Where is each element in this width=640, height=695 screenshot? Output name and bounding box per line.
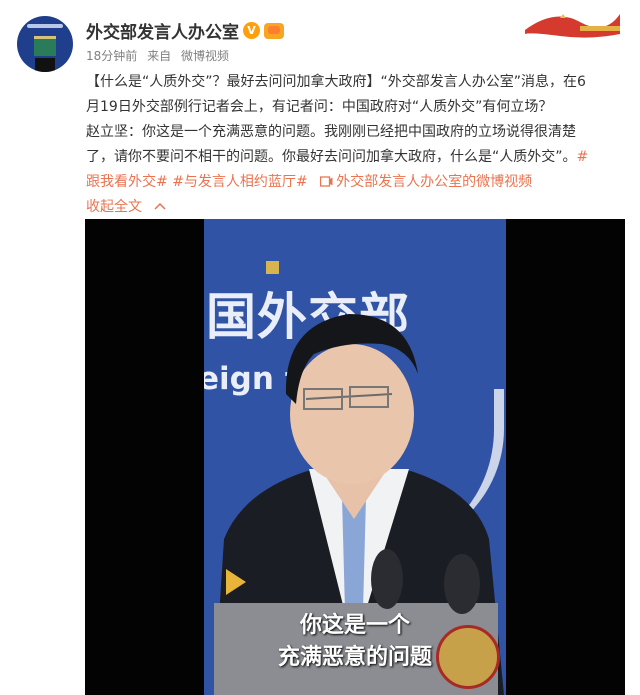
avatar-building-icon bbox=[34, 36, 56, 56]
post-line-2: 月19日外交部例行记者会上，有记者问：中国政府对“人质外交”有何立场？ bbox=[86, 99, 553, 115]
post-text: 【什么是“人质外交”？最好去问问加拿大政府】“外交部发言人办公室”消息，在6 月… bbox=[86, 70, 621, 220]
post-line-6: 收起全文 bbox=[86, 195, 621, 220]
channel-logo-icon bbox=[226, 569, 246, 595]
video-link-icon bbox=[319, 176, 333, 187]
post-line-5: 跟我看外交# #与发言人相约蓝厅# 外交部发言人办公室的微博视频 bbox=[86, 170, 621, 195]
post-text-segment: “外交部发言人办公室”消息，在6 bbox=[380, 74, 586, 90]
post-line-1: 【什么是“人质外交”？最好去问问加拿大政府】“外交部发言人办公室”消息，在6 bbox=[86, 70, 621, 95]
verified-badge-icon: V bbox=[243, 22, 260, 39]
chevron-up-icon bbox=[154, 202, 166, 210]
post-meta: 18分钟前 来自 微博视频 bbox=[86, 47, 235, 64]
subtitle-line-2: 充满恶意的问题 bbox=[277, 645, 432, 670]
account-avatar[interactable] bbox=[17, 16, 73, 72]
video-link[interactable]: 外交部发言人办公室的微博视频 bbox=[312, 174, 532, 190]
source-prefix: 来自 bbox=[147, 49, 172, 63]
post-text-segment: 了，请你不要问不相干的问题。你最好去问问加拿大政府，什么是“人质外交”。 bbox=[86, 149, 577, 165]
flag-decoration-icon bbox=[520, 0, 625, 40]
avatar-text-strip bbox=[27, 24, 63, 28]
hashtag-lanting[interactable]: #与发言人相约蓝厅# bbox=[172, 174, 307, 190]
video-link-label: 外交部发言人办公室的微博视频 bbox=[336, 174, 533, 190]
subtitle-line-1: 你这是一个 bbox=[299, 613, 410, 638]
hashtag-gen-wo-kan-waijiao[interactable]: 跟我看外交# bbox=[86, 174, 168, 190]
post-line-4: 了，请你不要问不相干的问题。你最好去问问加拿大政府，什么是“人质外交”。# bbox=[86, 145, 621, 170]
account-name[interactable]: 外交部发言人办公室 bbox=[86, 18, 239, 43]
video-player[interactable]: 国外交部 eign fairs 你这是一个 充满恶意的问题 bbox=[85, 219, 625, 695]
hashtag-start[interactable]: # bbox=[577, 149, 589, 165]
video-frame: 国外交部 eign fairs 你这是一个 充满恶意的问题 bbox=[204, 219, 506, 695]
account-header: 外交部发言人办公室 V bbox=[86, 18, 284, 43]
post-source[interactable]: 微博视频 bbox=[181, 49, 229, 63]
post-time[interactable]: 18分钟前 bbox=[86, 49, 137, 63]
collapse-button[interactable]: 收起全文 bbox=[86, 199, 166, 215]
post-title: 【什么是“人质外交”？最好去问问加拿大政府】 bbox=[86, 74, 381, 90]
collapse-label: 收起全文 bbox=[86, 199, 142, 215]
avatar-mask bbox=[35, 58, 55, 72]
post-line-3: 赵立坚：你这是一个充满恶意的问题。我刚刚已经把中国政府的立场说得很清楚 bbox=[86, 124, 576, 140]
vip-badge-icon bbox=[264, 22, 284, 39]
